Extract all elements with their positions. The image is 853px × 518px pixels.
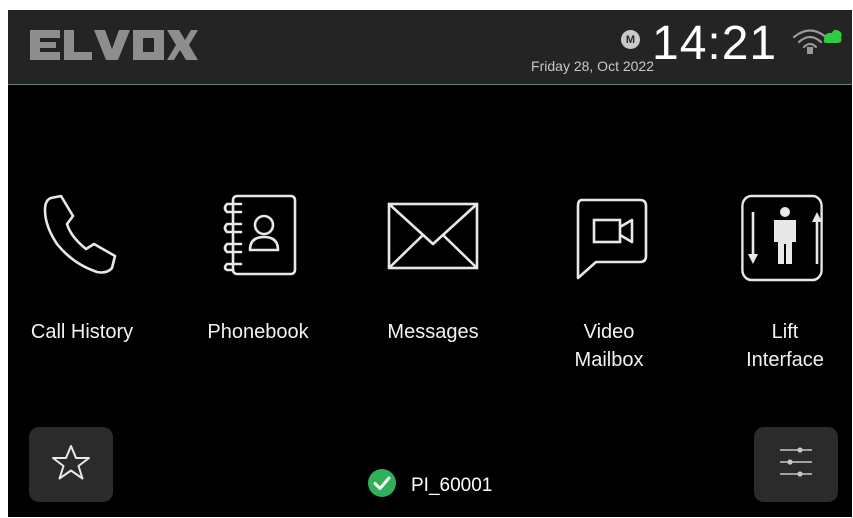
- envelope-icon: [385, 192, 481, 290]
- phone-handset-icon: [37, 192, 127, 290]
- video-mailbox-button[interactable]: Video Mailbox: [534, 190, 684, 390]
- top-bar: Friday 28, Oct 2022 M 14:21: [8, 10, 852, 85]
- sliders-icon: [776, 442, 816, 487]
- favorites-button[interactable]: [29, 427, 113, 502]
- clock-time: 14:21: [652, 17, 778, 70]
- wifi-cloud-icon[interactable]: [790, 26, 842, 61]
- star-icon: [51, 443, 91, 486]
- messages-button[interactable]: Messages: [358, 190, 508, 390]
- lift-icon: [740, 192, 830, 290]
- call-history-label: Call History: [30, 321, 134, 343]
- settings-button[interactable]: [754, 427, 838, 502]
- mode-badge[interactable]: M: [621, 30, 640, 49]
- brand-logo: [28, 27, 198, 68]
- device-id-label: PI_60001: [411, 474, 493, 496]
- video-mailbox-label: Video Mailbox: [574, 321, 644, 371]
- lift-interface-button[interactable]: Lift Interface: [710, 190, 852, 390]
- video-message-icon: [564, 192, 654, 290]
- lift-interface-label: Lift Interface: [746, 321, 824, 371]
- address-book-icon: [213, 192, 303, 290]
- intercom-screen: Friday 28, Oct 2022 M 14:21 Call History: [8, 10, 852, 517]
- messages-label: Messages: [387, 321, 479, 343]
- device-status: PI_60001: [367, 468, 492, 503]
- phonebook-label: Phonebook: [207, 321, 309, 343]
- call-history-button[interactable]: Call History: [8, 190, 157, 390]
- check-circle-icon: [367, 468, 397, 503]
- date-label: Friday 28, Oct 2022: [531, 58, 654, 74]
- phonebook-button[interactable]: Phonebook: [183, 190, 333, 390]
